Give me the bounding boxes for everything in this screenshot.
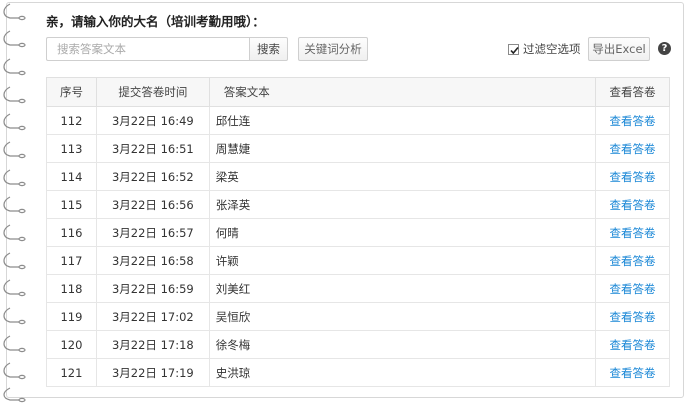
header-action: 查看答卷 bbox=[595, 77, 670, 107]
row-action-cell: 查看答卷 bbox=[595, 134, 670, 163]
row-answer-text: 邱仕连 bbox=[208, 106, 597, 135]
view-answer-link[interactable]: 查看答卷 bbox=[610, 282, 656, 296]
row-time: 3月22日 16:51 bbox=[95, 134, 210, 163]
table-row: 117 3月22日 16:58 许颖 查看答卷 bbox=[46, 246, 670, 275]
table-row: 119 3月22日 17:02 吴恒欣 查看答卷 bbox=[46, 302, 670, 331]
view-answer-link[interactable]: 查看答卷 bbox=[610, 226, 656, 240]
row-action-cell: 查看答卷 bbox=[595, 330, 670, 359]
table-row: 112 3月22日 16:49 邱仕连 查看答卷 bbox=[46, 106, 670, 135]
row-answer-text: 徐冬梅 bbox=[208, 330, 597, 359]
row-answer-text: 梁英 bbox=[208, 162, 597, 191]
row-id: 114 bbox=[46, 162, 97, 191]
row-id: 113 bbox=[46, 134, 97, 163]
view-answer-link[interactable]: 查看答卷 bbox=[610, 310, 656, 324]
header-text[interactable]: 答案文本 bbox=[208, 77, 597, 107]
row-time: 3月22日 16:52 bbox=[95, 162, 210, 191]
view-answer-link[interactable]: 查看答卷 bbox=[610, 338, 656, 352]
table-row: 115 3月22日 16:56 张泽英 查看答卷 bbox=[46, 190, 670, 219]
header-time[interactable]: 提交答卷时间 bbox=[95, 77, 210, 107]
row-id: 115 bbox=[46, 190, 97, 219]
table-row: 113 3月22日 16:51 周慧婕 查看答卷 bbox=[46, 134, 670, 163]
row-time: 3月22日 17:19 bbox=[95, 358, 210, 387]
filter-empty-checkbox[interactable] bbox=[508, 43, 519, 55]
row-time: 3月22日 17:18 bbox=[95, 330, 210, 359]
row-answer-text: 何晴 bbox=[208, 218, 597, 247]
row-answer-text: 吴恒欣 bbox=[208, 302, 597, 331]
keyword-analysis-button[interactable]: 关键词分析 bbox=[298, 37, 368, 61]
table-header-row: 序号 提交答卷时间 答案文本 查看答卷 bbox=[46, 77, 670, 107]
row-action-cell: 查看答卷 bbox=[595, 274, 670, 303]
view-answer-link[interactable]: 查看答卷 bbox=[610, 114, 656, 128]
header-id[interactable]: 序号 bbox=[46, 77, 97, 107]
row-answer-text: 刘美红 bbox=[208, 274, 597, 303]
row-id: 121 bbox=[46, 358, 97, 387]
view-answer-link[interactable]: 查看答卷 bbox=[610, 170, 656, 184]
question-title: 亲，请输入你的大名（培训考勤用哦）： bbox=[46, 14, 265, 29]
row-time: 3月22日 17:02 bbox=[95, 302, 210, 331]
row-action-cell: 查看答卷 bbox=[595, 246, 670, 275]
view-answer-link[interactable]: 查看答卷 bbox=[610, 142, 656, 156]
table-row: 121 3月22日 17:19 史洪琼 查看答卷 bbox=[46, 358, 670, 387]
table-row: 120 3月22日 17:18 徐冬梅 查看答卷 bbox=[46, 330, 670, 359]
view-answer-link[interactable]: 查看答卷 bbox=[610, 254, 656, 268]
row-time: 3月22日 16:56 bbox=[95, 190, 210, 219]
table-row: 114 3月22日 16:52 梁英 查看答卷 bbox=[46, 162, 670, 191]
answer-toolbar: 搜索 关键词分析 过滤空选项 导出Excel ? bbox=[46, 37, 671, 63]
export-excel-button[interactable]: 导出Excel bbox=[588, 37, 650, 61]
row-action-cell: 查看答卷 bbox=[595, 218, 670, 247]
search-input[interactable] bbox=[46, 37, 249, 61]
row-id: 117 bbox=[46, 246, 97, 275]
answers-table: 序号 提交答卷时间 答案文本 查看答卷 112 3月22日 16:49 邱仕连 … bbox=[46, 77, 670, 387]
row-answer-text: 张泽英 bbox=[208, 190, 597, 219]
row-answer-text: 周慧婕 bbox=[208, 134, 597, 163]
binder-rings bbox=[3, 3, 26, 403]
row-time: 3月22日 16:57 bbox=[95, 218, 210, 247]
row-time: 3月22日 16:59 bbox=[95, 274, 210, 303]
row-time: 3月22日 16:58 bbox=[95, 246, 210, 275]
row-action-cell: 查看答卷 bbox=[595, 162, 670, 191]
row-action-cell: 查看答卷 bbox=[595, 358, 670, 387]
row-action-cell: 查看答卷 bbox=[595, 190, 670, 219]
row-id: 119 bbox=[46, 302, 97, 331]
filter-empty-label: 过滤空选项 bbox=[523, 42, 581, 56]
row-answer-text: 史洪琼 bbox=[208, 358, 597, 387]
row-id: 112 bbox=[46, 106, 97, 135]
help-icon[interactable]: ? bbox=[658, 42, 671, 55]
row-id: 116 bbox=[46, 218, 97, 247]
view-answer-link[interactable]: 查看答卷 bbox=[610, 366, 656, 380]
row-id: 118 bbox=[46, 274, 97, 303]
row-action-cell: 查看答卷 bbox=[595, 302, 670, 331]
view-answer-link[interactable]: 查看答卷 bbox=[610, 198, 656, 212]
search-button[interactable]: 搜索 bbox=[249, 37, 288, 61]
row-time: 3月22日 16:49 bbox=[95, 106, 210, 135]
row-answer-text: 许颖 bbox=[208, 246, 597, 275]
table-row: 116 3月22日 16:57 何晴 查看答卷 bbox=[46, 218, 670, 247]
filter-empty-option[interactable]: 过滤空选项 bbox=[508, 41, 581, 57]
row-action-cell: 查看答卷 bbox=[595, 106, 670, 135]
check-icon bbox=[510, 46, 519, 54]
table-row: 118 3月22日 16:59 刘美红 查看答卷 bbox=[46, 274, 670, 303]
row-id: 120 bbox=[46, 330, 97, 359]
